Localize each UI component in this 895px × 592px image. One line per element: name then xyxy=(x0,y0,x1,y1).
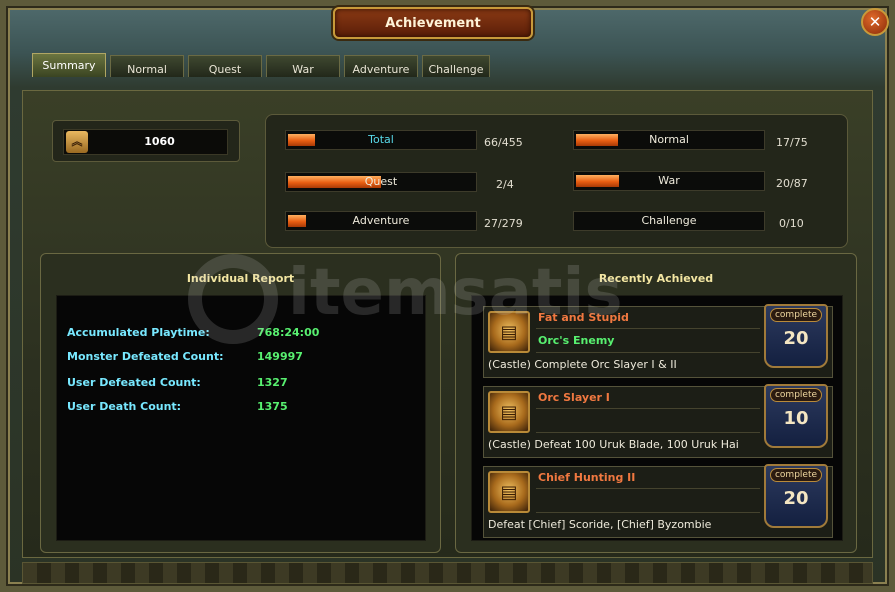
progress-count-quest: 2/4 xyxy=(496,178,514,191)
report-label-user-defeated: User Defeated Count: xyxy=(67,376,201,389)
progress-label-total: Total xyxy=(368,133,394,146)
achievement-reward-row xyxy=(536,411,760,433)
chevron-rank-icon: ︽ xyxy=(66,131,88,153)
progress-label-adventure: Adventure xyxy=(352,214,410,227)
progress-count-normal: 17/75 xyxy=(776,136,808,149)
badge-complete-label: complete xyxy=(770,468,822,482)
achievement-points-badge: complete 20 xyxy=(764,464,828,528)
tab-bar: Summary Normal Quest War Adventure Chall… xyxy=(32,53,490,77)
footer-trim xyxy=(22,562,873,584)
progress-count-adventure: 27/279 xyxy=(484,217,523,230)
badge-points: 10 xyxy=(783,408,809,429)
progress-bar-challenge: Challenge xyxy=(573,211,765,231)
report-label-monster-defeated: Monster Defeated Count: xyxy=(67,350,224,363)
achievement-book-icon: ▤ xyxy=(488,391,530,433)
achievement-points-badge: complete 10 xyxy=(764,384,828,448)
achievement-name-row: Fat and Stupid xyxy=(536,309,760,329)
achievement-reward-row: Orc's Enemy xyxy=(536,331,760,353)
achievement-points-field: ︽ 1060 xyxy=(63,129,228,155)
individual-report-title: Individual Report xyxy=(186,272,295,285)
progress-label-war: War xyxy=(658,174,680,187)
tab-challenge[interactable]: Challenge xyxy=(422,55,490,77)
recently-achieved-list: ▤ Fat and Stupid Orc's Enemy (Castle) Co… xyxy=(471,295,843,541)
progress-bar-quest: Quest xyxy=(285,172,477,192)
tab-normal[interactable]: Normal xyxy=(110,55,184,77)
achievement-name: Fat and Stupid xyxy=(538,311,629,324)
report-value-user-defeated: 1327 xyxy=(257,376,288,389)
badge-points: 20 xyxy=(783,328,809,349)
progress-bar-total: Total xyxy=(285,130,477,150)
individual-report-panel: Individual Report Accumulated Playtime: … xyxy=(40,253,441,553)
tab-adventure[interactable]: Adventure xyxy=(344,55,418,77)
window-title: Achievement xyxy=(333,7,533,39)
achievement-reward-title: Orc's Enemy xyxy=(538,334,615,347)
report-value-monster-defeated: 149997 xyxy=(257,350,303,363)
report-label-playtime: Accumulated Playtime: xyxy=(67,326,210,339)
badge-points: 20 xyxy=(783,488,809,509)
progress-label-quest: Quest xyxy=(364,175,398,188)
badge-complete-label: complete xyxy=(770,308,822,322)
progress-count-war: 20/87 xyxy=(776,177,808,190)
tab-summary[interactable]: Summary xyxy=(32,53,106,77)
achievement-points-value: 1060 xyxy=(144,135,175,148)
tab-war[interactable]: War xyxy=(266,55,340,77)
achievement-name: Orc Slayer I xyxy=(538,391,610,404)
progress-bar-normal: Normal xyxy=(573,130,765,150)
achievement-description: (Castle) Complete Orc Slayer I & II xyxy=(488,358,677,371)
report-label-user-death: User Death Count: xyxy=(67,400,182,413)
achievement-description: Defeat [Chief] Scoride, [Chief] Byzombie xyxy=(488,518,712,531)
achievement-book-icon: ▤ xyxy=(488,311,530,353)
individual-report-body: Accumulated Playtime: 768:24:00 Monster … xyxy=(56,295,426,541)
achievement-name: Chief Hunting II xyxy=(538,471,636,484)
achievement-description: (Castle) Defeat 100 Uruk Blade, 100 Uruk… xyxy=(488,438,739,451)
progress-label-challenge: Challenge xyxy=(641,214,697,227)
progress-bar-war: War xyxy=(573,171,765,191)
achievement-name-row: Chief Hunting II xyxy=(536,469,760,489)
achievement-book-icon: ▤ xyxy=(488,471,530,513)
tab-quest[interactable]: Quest xyxy=(188,55,262,77)
progress-bar-adventure: Adventure xyxy=(285,211,477,231)
achievement-name-row: Orc Slayer I xyxy=(536,389,760,409)
badge-complete-label: complete xyxy=(770,388,822,402)
achievement-entry[interactable]: ▤ Fat and Stupid Orc's Enemy (Castle) Co… xyxy=(483,304,833,378)
achievement-entry[interactable]: ▤ Chief Hunting II Defeat [Chief] Scorid… xyxy=(483,464,833,538)
report-value-user-death: 1375 xyxy=(257,400,288,413)
progress-count-challenge: 0/10 xyxy=(779,217,804,230)
recently-achieved-title: Recently Achieved xyxy=(598,272,714,285)
progress-count-total: 66/455 xyxy=(484,136,523,149)
achievement-points-badge: complete 20 xyxy=(764,304,828,368)
report-value-playtime: 768:24:00 xyxy=(257,326,320,339)
achievement-points-box: ︽ 1060 xyxy=(52,120,240,162)
achievement-reward-row xyxy=(536,491,760,513)
achievement-entry[interactable]: ▤ Orc Slayer I (Castle) Defeat 100 Uruk … xyxy=(483,384,833,458)
recently-achieved-panel: Recently Achieved ▤ Fat and Stupid Orc's… xyxy=(455,253,857,553)
close-icon[interactable]: ✕ xyxy=(861,8,889,36)
progress-label-normal: Normal xyxy=(649,133,689,146)
